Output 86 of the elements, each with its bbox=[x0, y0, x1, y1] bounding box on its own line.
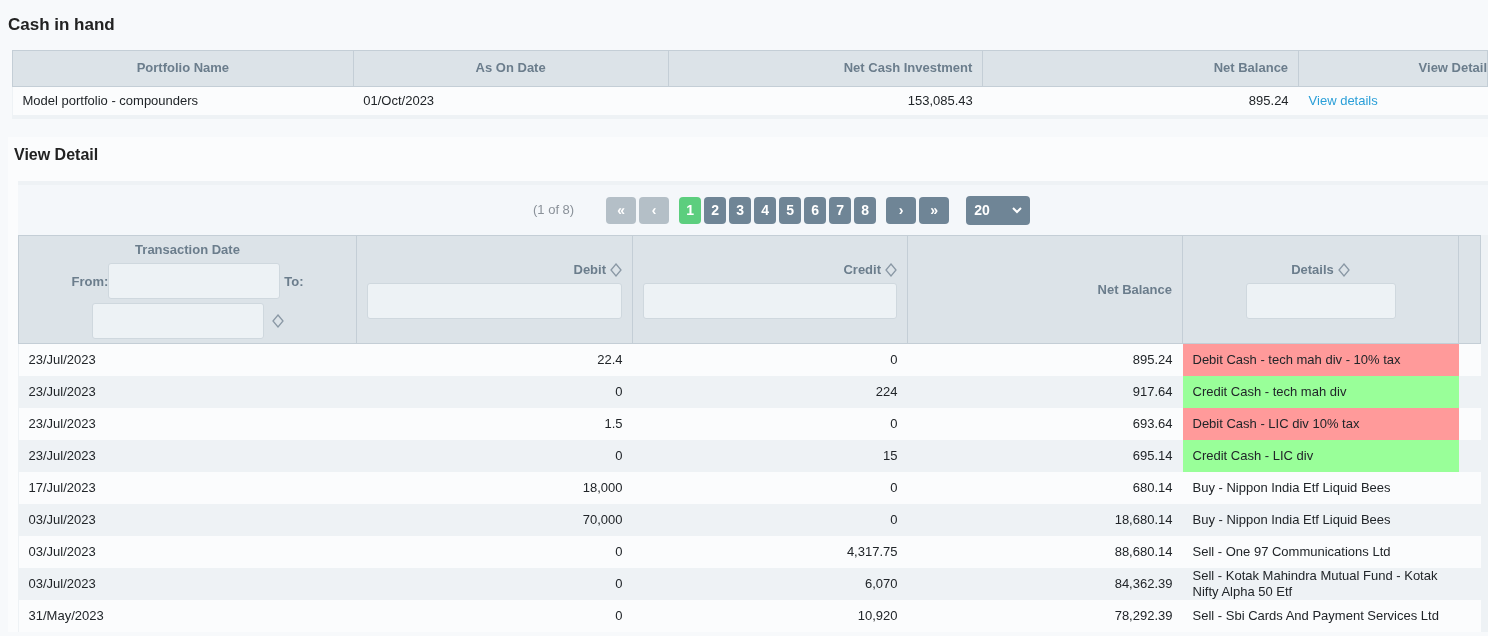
table-cell: 693.64 bbox=[907, 407, 1183, 440]
column-header: Debit bbox=[573, 261, 606, 277]
table-cell: 695.14 bbox=[907, 439, 1183, 472]
page-button[interactable]: 2 bbox=[704, 196, 727, 224]
table-cell: 0 bbox=[356, 439, 633, 472]
table-cell: 17/Jul/2023 bbox=[18, 471, 357, 504]
from-date-field[interactable] bbox=[108, 263, 281, 300]
table-cell: 18,680.14 bbox=[907, 503, 1183, 536]
table-cell: Model portfolio - compounders bbox=[12, 86, 354, 115]
table-cell: Sell - Sbi Cards And Payment Services Ltd bbox=[1182, 599, 1459, 632]
table-cell: 23/Jul/2023 bbox=[18, 439, 357, 472]
column-header: Details bbox=[1291, 261, 1334, 277]
table-cell: Debit Cash - tech mah div - 10% tax bbox=[1182, 343, 1459, 376]
view-details-link[interactable]: View details bbox=[1308, 93, 1378, 108]
page-button[interactable]: 7 bbox=[829, 196, 852, 224]
table-cell: 4,317.75 bbox=[632, 535, 908, 568]
page-title: Cash in hand bbox=[8, 14, 116, 36]
from-label: From: bbox=[71, 272, 109, 291]
table-cell: Sell - One 97 Communications Ltd bbox=[1182, 535, 1459, 568]
table-cell: 78,292.39 bbox=[907, 599, 1183, 632]
page-button[interactable]: 8 bbox=[854, 196, 877, 224]
page-info: (1 of 8) bbox=[533, 201, 575, 220]
table-cell: 0 bbox=[356, 535, 633, 568]
table-cell: Buy - Nippon India Etf Liquid Bees bbox=[1182, 503, 1459, 536]
column-header: View Detail bbox=[1298, 50, 1488, 86]
column-header: Net Cash Investment bbox=[668, 50, 983, 86]
table-cell: 224 bbox=[632, 375, 908, 408]
table-cell: Debit Cash - LIC div 10% tax bbox=[1182, 407, 1459, 440]
table-cell: 70,000 bbox=[356, 503, 633, 536]
filter-field[interactable] bbox=[367, 283, 622, 320]
column-header: Transaction Date bbox=[135, 241, 240, 257]
filter-field[interactable] bbox=[1245, 283, 1396, 320]
table-cell: 917.64 bbox=[907, 375, 1183, 408]
table-cell: 23/Jul/2023 bbox=[18, 343, 357, 376]
page-size-select[interactable]: 20 bbox=[966, 195, 1031, 225]
table-cell: Credit Cash - tech mah div bbox=[1182, 375, 1459, 408]
table-cell: 0 bbox=[632, 503, 908, 536]
table-cell: 0 bbox=[632, 471, 908, 504]
page-button[interactable]: 6 bbox=[804, 196, 827, 224]
table-cell: 15 bbox=[632, 439, 908, 472]
column-header: Credit bbox=[843, 261, 881, 277]
table-cell: Buy - Nippon India Etf Liquid Bees bbox=[1182, 471, 1459, 504]
page-button[interactable]: 3 bbox=[729, 196, 752, 224]
column-header: Net Balance bbox=[982, 50, 1299, 86]
table-cell: 0 bbox=[632, 343, 908, 376]
page-button[interactable]: 4 bbox=[754, 196, 777, 224]
sort-icon[interactable] bbox=[610, 263, 622, 278]
table-cell: 0 bbox=[632, 407, 908, 440]
table-cell: 88,680.14 bbox=[907, 535, 1183, 568]
to-date-field[interactable] bbox=[91, 303, 264, 340]
table-cell: 895.24 bbox=[907, 343, 1183, 376]
table-cell: 03/Jul/2023 bbox=[18, 503, 357, 536]
column-header: Net Balance bbox=[1097, 281, 1172, 297]
column-header: As On Date bbox=[353, 50, 669, 86]
table-cell: 0 bbox=[356, 599, 633, 632]
table-cell: 84,362.39 bbox=[907, 567, 1183, 600]
table-cell: 1.5 bbox=[356, 407, 633, 440]
table-cell: 153,085.43 bbox=[668, 86, 983, 115]
table-cell: 0 bbox=[356, 567, 633, 600]
table-cell: 22.4 bbox=[356, 343, 633, 376]
column-header: Portfolio Name bbox=[12, 50, 354, 86]
table-cell: 0 bbox=[356, 375, 633, 408]
filter-field[interactable] bbox=[643, 283, 897, 320]
table-cell: 31/May/2023 bbox=[18, 599, 357, 632]
last-page-button[interactable]: » bbox=[919, 196, 950, 224]
sort-icon[interactable] bbox=[1337, 263, 1350, 278]
sort-icon[interactable] bbox=[271, 314, 284, 329]
table-cell: 895.24 bbox=[982, 86, 1299, 115]
section-title: View Detail bbox=[13, 145, 100, 165]
next-page-button[interactable]: › bbox=[886, 196, 917, 224]
table-cell: 23/Jul/2023 bbox=[18, 407, 357, 440]
sort-icon[interactable] bbox=[885, 263, 897, 278]
table-cell: Sell - Kotak Mahindra Mutual Fund - Kotak Nifty Alpha 50 Etf bbox=[1182, 567, 1459, 600]
caret-icon[interactable] bbox=[1012, 206, 1023, 214]
table-cell: 01/Oct/2023 bbox=[353, 86, 669, 115]
table-cell: 680.14 bbox=[907, 471, 1183, 504]
table-cell: 18,000 bbox=[356, 471, 633, 504]
table-cell: 23/Jul/2023 bbox=[18, 375, 357, 408]
table-cell: 6,070 bbox=[632, 567, 908, 600]
table-cell: 03/Jul/2023 bbox=[18, 567, 357, 600]
table-cell: 10,920 bbox=[632, 599, 908, 632]
table-cell: 03/Jul/2023 bbox=[18, 535, 357, 568]
to-label: To: bbox=[284, 272, 304, 291]
page-button[interactable]: 5 bbox=[779, 196, 802, 224]
table-cell: Credit Cash - LIC div bbox=[1182, 439, 1459, 472]
page-button[interactable]: 1 bbox=[679, 196, 702, 224]
